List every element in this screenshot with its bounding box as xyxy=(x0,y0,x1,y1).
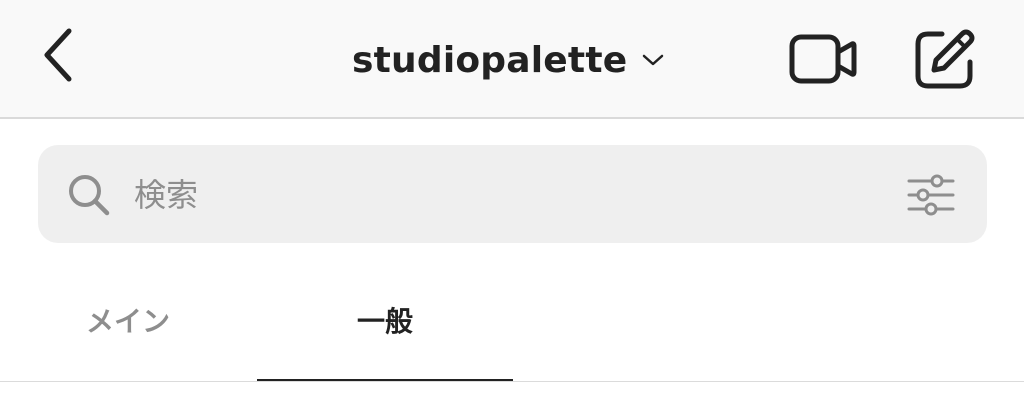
top-header: studiopalette xyxy=(0,0,1024,119)
account-switcher[interactable]: studiopalette xyxy=(352,30,665,90)
filter-sliders-icon xyxy=(907,174,955,216)
back-button[interactable] xyxy=(30,22,86,88)
inbox-tabs: メイン 一般 xyxy=(0,260,1024,382)
tab-main[interactable]: メイン xyxy=(0,260,256,380)
search-bar[interactable] xyxy=(38,145,987,243)
search-icon xyxy=(69,175,110,216)
tabs-divider xyxy=(0,381,1024,382)
new-message-button[interactable] xyxy=(910,24,980,94)
chevron-left-icon xyxy=(44,28,72,82)
compose-icon xyxy=(915,29,975,89)
search-input[interactable] xyxy=(134,167,894,223)
video-camera-icon xyxy=(789,34,857,84)
chevron-down-icon xyxy=(641,52,665,68)
account-name: studiopalette xyxy=(352,39,628,81)
filter-button[interactable] xyxy=(904,169,958,221)
video-call-button[interactable] xyxy=(786,30,860,88)
tab-general[interactable]: 一般 xyxy=(257,260,513,380)
